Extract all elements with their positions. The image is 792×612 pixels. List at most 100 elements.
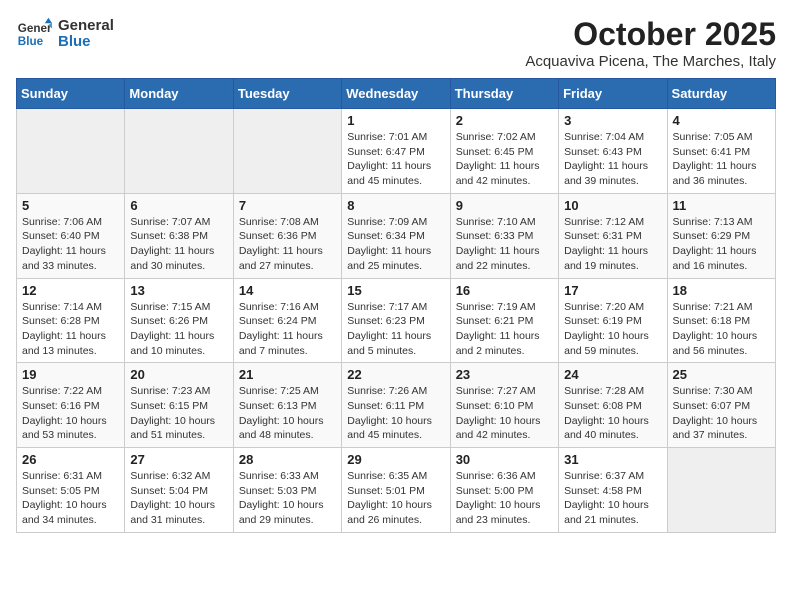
day-of-week-header: Tuesday bbox=[233, 79, 341, 109]
calendar-day-cell: 10Sunrise: 7:12 AM Sunset: 6:31 PM Dayli… bbox=[559, 193, 667, 278]
logo: General Blue General Blue bbox=[16, 16, 114, 52]
calendar-day-cell: 29Sunrise: 6:35 AM Sunset: 5:01 PM Dayli… bbox=[342, 448, 450, 533]
day-number: 26 bbox=[22, 452, 119, 467]
day-info: Sunrise: 7:10 AM Sunset: 6:33 PM Dayligh… bbox=[456, 215, 553, 274]
day-number: 15 bbox=[347, 283, 444, 298]
calendar-day-cell: 3Sunrise: 7:04 AM Sunset: 6:43 PM Daylig… bbox=[559, 109, 667, 194]
day-info: Sunrise: 7:04 AM Sunset: 6:43 PM Dayligh… bbox=[564, 130, 661, 189]
day-number: 21 bbox=[239, 367, 336, 382]
day-info: Sunrise: 7:30 AM Sunset: 6:07 PM Dayligh… bbox=[673, 384, 770, 443]
day-number: 11 bbox=[673, 198, 770, 213]
logo-icon: General Blue bbox=[16, 16, 52, 52]
day-info: Sunrise: 7:05 AM Sunset: 6:41 PM Dayligh… bbox=[673, 130, 770, 189]
calendar-day-cell: 26 Sunrise: 6:31 AM Sunset: 5:05 PM Dayli… bbox=[17, 448, 125, 533]
day-info: Sunrise: 6:36 AM Sunset: 5:00 PM Dayligh… bbox=[456, 469, 553, 528]
day-number: 4 bbox=[673, 113, 770, 128]
calendar-week-row: 5 Sunrise: 7:06 AM Sunset: 6:40 PM Daylig… bbox=[17, 193, 776, 278]
calendar-day-cell bbox=[667, 448, 775, 533]
day-info: Sunrise: 7:13 AM Sunset: 6:29 PM Dayligh… bbox=[673, 215, 770, 274]
day-number: 22 bbox=[347, 367, 444, 382]
calendar-week-row: 1 Sunrise: 7:01 AM Sunset: 6:47 PM Daylig… bbox=[17, 109, 776, 194]
day-info: Sunrise: 7:27 AM Sunset: 6:10 PM Dayligh… bbox=[456, 384, 553, 443]
day-info: Sunrise: 6:37 AM Sunset: 4:58 PM Dayligh… bbox=[564, 469, 661, 528]
calendar-day-cell: 4 Sunrise: 7:05 AM Sunset: 6:41 PM Daylig… bbox=[667, 109, 775, 194]
day-number: 8 bbox=[347, 198, 444, 213]
subtitle: Acquaviva Picena, The Marches, Italy bbox=[525, 53, 776, 70]
day-number: 13 bbox=[130, 283, 227, 298]
day-number: 2 bbox=[456, 113, 553, 128]
day-info: Sunrise: 7:21 AM Sunset: 6:18 PM Dayligh… bbox=[673, 300, 770, 359]
day-number: 25 bbox=[673, 367, 770, 382]
header: General Blue General Blue October 2025 A… bbox=[16, 16, 776, 70]
day-number: 7 bbox=[239, 198, 336, 213]
calendar-day-cell: 21 Sunrise: 7:25 AM Sunset: 6:13 PM Dayli… bbox=[233, 363, 341, 448]
day-info: Sunrise: 7:07 AM Sunset: 6:38 PM Dayligh… bbox=[130, 215, 227, 274]
calendar-day-cell: 20Sunrise: 7:23 AM Sunset: 6:15 PM Dayli… bbox=[125, 363, 233, 448]
day-info: Sunrise: 6:31 AM Sunset: 5:05 PM Dayligh… bbox=[22, 469, 119, 528]
calendar-day-cell: 9 Sunrise: 7:10 AM Sunset: 6:33 PM Daylig… bbox=[450, 193, 558, 278]
day-number: 5 bbox=[22, 198, 119, 213]
day-info: Sunrise: 7:01 AM Sunset: 6:47 PM Dayligh… bbox=[347, 130, 444, 189]
logo-general-text: General bbox=[58, 17, 114, 34]
day-number: 23 bbox=[456, 367, 553, 382]
calendar-day-cell: 28Sunrise: 6:33 AM Sunset: 5:03 PM Dayli… bbox=[233, 448, 341, 533]
day-number: 19 bbox=[22, 367, 119, 382]
calendar-day-cell bbox=[233, 109, 341, 194]
calendar-week-row: 19 Sunrise: 7:22 AM Sunset: 6:16 PM Dayli… bbox=[17, 363, 776, 448]
svg-text:General: General bbox=[18, 22, 52, 35]
day-info: Sunrise: 7:26 AM Sunset: 6:11 PM Dayligh… bbox=[347, 384, 444, 443]
day-number: 28 bbox=[239, 452, 336, 467]
calendar-day-cell: 12Sunrise: 7:14 AM Sunset: 6:28 PM Dayli… bbox=[17, 278, 125, 363]
calendar-day-cell: 6 Sunrise: 7:07 AM Sunset: 6:38 PM Daylig… bbox=[125, 193, 233, 278]
day-number: 17 bbox=[564, 283, 661, 298]
calendar-week-row: 12Sunrise: 7:14 AM Sunset: 6:28 PM Dayli… bbox=[17, 278, 776, 363]
day-info: Sunrise: 7:14 AM Sunset: 6:28 PM Dayligh… bbox=[22, 300, 119, 359]
day-number: 1 bbox=[347, 113, 444, 128]
calendar-day-cell: 13Sunrise: 7:15 AM Sunset: 6:26 PM Dayli… bbox=[125, 278, 233, 363]
day-info: Sunrise: 7:19 AM Sunset: 6:21 PM Dayligh… bbox=[456, 300, 553, 359]
calendar-day-cell: 23 Sunrise: 7:27 AM Sunset: 6:10 PM Dayli… bbox=[450, 363, 558, 448]
calendar-day-cell bbox=[125, 109, 233, 194]
calendar-day-cell: 27 Sunrise: 6:32 AM Sunset: 5:04 PM Dayli… bbox=[125, 448, 233, 533]
calendar-day-cell bbox=[17, 109, 125, 194]
calendar-day-cell: 8 Sunrise: 7:09 AM Sunset: 6:34 PM Daylig… bbox=[342, 193, 450, 278]
day-info: Sunrise: 6:32 AM Sunset: 5:04 PM Dayligh… bbox=[130, 469, 227, 528]
calendar-day-cell: 16 Sunrise: 7:19 AM Sunset: 6:21 PM Dayli… bbox=[450, 278, 558, 363]
calendar-day-cell: 15 Sunrise: 7:17 AM Sunset: 6:23 PM Dayli… bbox=[342, 278, 450, 363]
calendar-day-cell: 25 Sunrise: 7:30 AM Sunset: 6:07 PM Dayli… bbox=[667, 363, 775, 448]
calendar: SundayMondayTuesdayWednesdayThursdayFrid… bbox=[16, 78, 776, 533]
calendar-day-cell: 14 Sunrise: 7:16 AM Sunset: 6:24 PM Dayli… bbox=[233, 278, 341, 363]
day-number: 6 bbox=[130, 198, 227, 213]
day-of-week-header: Thursday bbox=[450, 79, 558, 109]
day-number: 14 bbox=[239, 283, 336, 298]
day-info: Sunrise: 7:09 AM Sunset: 6:34 PM Dayligh… bbox=[347, 215, 444, 274]
day-info: Sunrise: 7:17 AM Sunset: 6:23 PM Dayligh… bbox=[347, 300, 444, 359]
calendar-day-cell: 11 Sunrise: 7:13 AM Sunset: 6:29 PM Dayli… bbox=[667, 193, 775, 278]
calendar-day-cell: 18Sunrise: 7:21 AM Sunset: 6:18 PM Dayli… bbox=[667, 278, 775, 363]
calendar-day-cell: 31 Sunrise: 6:37 AM Sunset: 4:58 PM Dayli… bbox=[559, 448, 667, 533]
day-number: 31 bbox=[564, 452, 661, 467]
day-info: Sunrise: 7:28 AM Sunset: 6:08 PM Dayligh… bbox=[564, 384, 661, 443]
day-of-week-header: Sunday bbox=[17, 79, 125, 109]
calendar-day-cell: 22 Sunrise: 7:26 AM Sunset: 6:11 PM Dayli… bbox=[342, 363, 450, 448]
day-number: 9 bbox=[456, 198, 553, 213]
calendar-week-row: 26 Sunrise: 6:31 AM Sunset: 5:05 PM Dayli… bbox=[17, 448, 776, 533]
day-info: Sunrise: 7:22 AM Sunset: 6:16 PM Dayligh… bbox=[22, 384, 119, 443]
day-of-week-header: Saturday bbox=[667, 79, 775, 109]
calendar-day-cell: 2Sunrise: 7:02 AM Sunset: 6:45 PM Daylig… bbox=[450, 109, 558, 194]
month-title: October 2025 bbox=[525, 16, 776, 53]
day-number: 24 bbox=[564, 367, 661, 382]
day-info: Sunrise: 7:25 AM Sunset: 6:13 PM Dayligh… bbox=[239, 384, 336, 443]
logo-blue-text: Blue bbox=[58, 33, 91, 50]
day-number: 27 bbox=[130, 452, 227, 467]
day-info: Sunrise: 7:20 AM Sunset: 6:19 PM Dayligh… bbox=[564, 300, 661, 359]
calendar-day-cell: 17 Sunrise: 7:20 AM Sunset: 6:19 PM Dayli… bbox=[559, 278, 667, 363]
title-area: October 2025 Acquaviva Picena, The March… bbox=[525, 16, 776, 70]
day-number: 30 bbox=[456, 452, 553, 467]
day-of-week-header: Monday bbox=[125, 79, 233, 109]
day-info: Sunrise: 7:16 AM Sunset: 6:24 PM Dayligh… bbox=[239, 300, 336, 359]
day-info: Sunrise: 6:35 AM Sunset: 5:01 PM Dayligh… bbox=[347, 469, 444, 528]
day-number: 16 bbox=[456, 283, 553, 298]
day-number: 10 bbox=[564, 198, 661, 213]
day-info: Sunrise: 7:06 AM Sunset: 6:40 PM Dayligh… bbox=[22, 215, 119, 274]
